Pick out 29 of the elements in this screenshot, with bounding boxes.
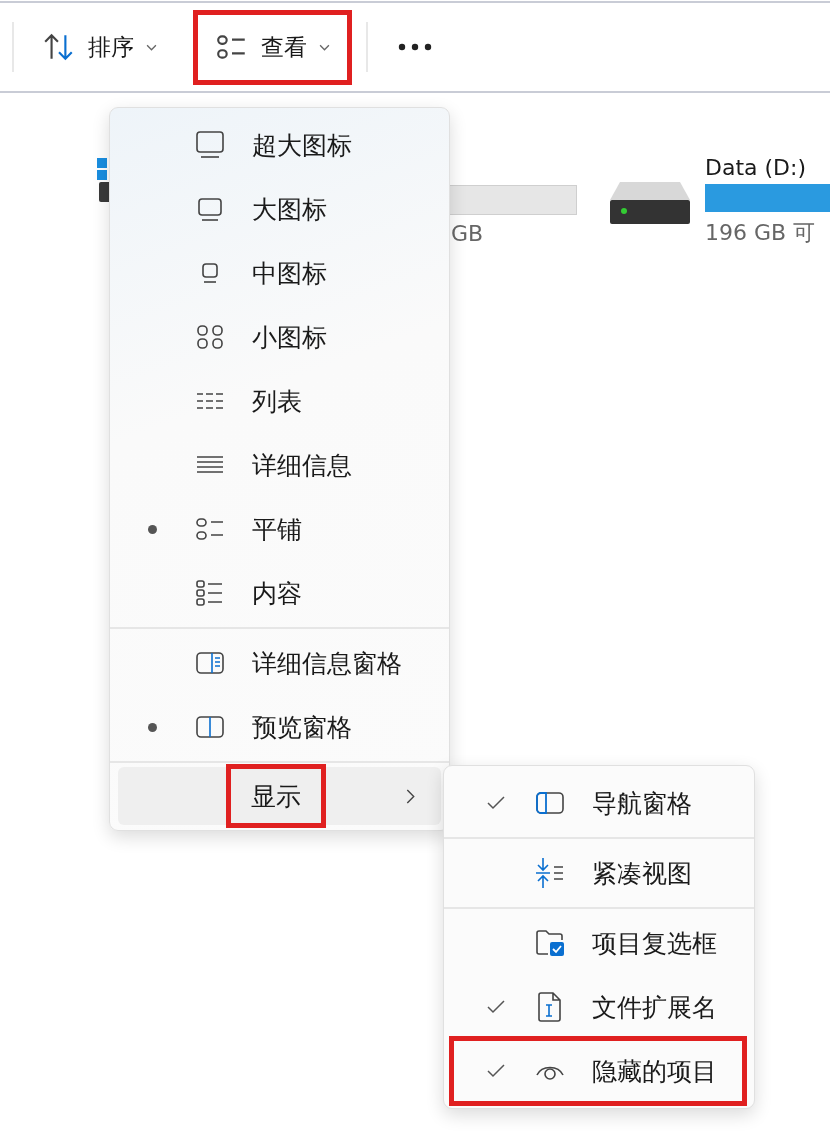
view-menu-item[interactable]: 详细信息 — [110, 433, 449, 497]
view-menu-item[interactable]: 预览窗格 — [110, 695, 449, 759]
compact-view-icon — [534, 857, 566, 889]
folder-checkbox-icon — [534, 927, 566, 959]
monitor-icon — [194, 129, 226, 161]
sort-button[interactable]: 排序 — [20, 9, 179, 85]
more-icon — [398, 43, 432, 51]
view-menu-item[interactable]: 小图标 — [110, 305, 449, 369]
view-menu-item[interactable]: 超大图标 — [110, 113, 449, 177]
caret-icon — [319, 43, 330, 51]
show-option-item[interactable]: 导航窗格 — [452, 771, 744, 835]
view-menu-item[interactable]: 内容 — [110, 561, 449, 625]
show-option-item[interactable]: 紧凑视图 — [452, 841, 744, 905]
free-space-text: 196 GB 可 — [705, 219, 817, 247]
caret-icon — [146, 43, 157, 51]
free-space-text: GB — [451, 221, 485, 246]
show-option-item[interactable]: 文件扩展名 — [452, 975, 744, 1039]
view-button[interactable]: 查看 — [193, 9, 352, 85]
drive-name: Data (D:) — [705, 155, 808, 180]
view-menu-item[interactable]: 大图标 — [110, 177, 449, 241]
view-menu-item[interactable]: 中图标 — [110, 241, 449, 305]
view-menu-item[interactable]: 详细信息窗格 — [110, 631, 449, 695]
show-option-item[interactable]: 项目复选框 — [452, 911, 744, 975]
drive-icon — [608, 180, 692, 226]
view-menu-item[interactable]: 平铺 — [110, 497, 449, 561]
show-option-item[interactable]: 隐藏的项目 — [452, 1039, 744, 1103]
show-menu-item[interactable]: 显示 — [118, 767, 441, 825]
chevron-icon — [406, 788, 415, 804]
view-menu-item[interactable]: 列表 — [110, 369, 449, 433]
